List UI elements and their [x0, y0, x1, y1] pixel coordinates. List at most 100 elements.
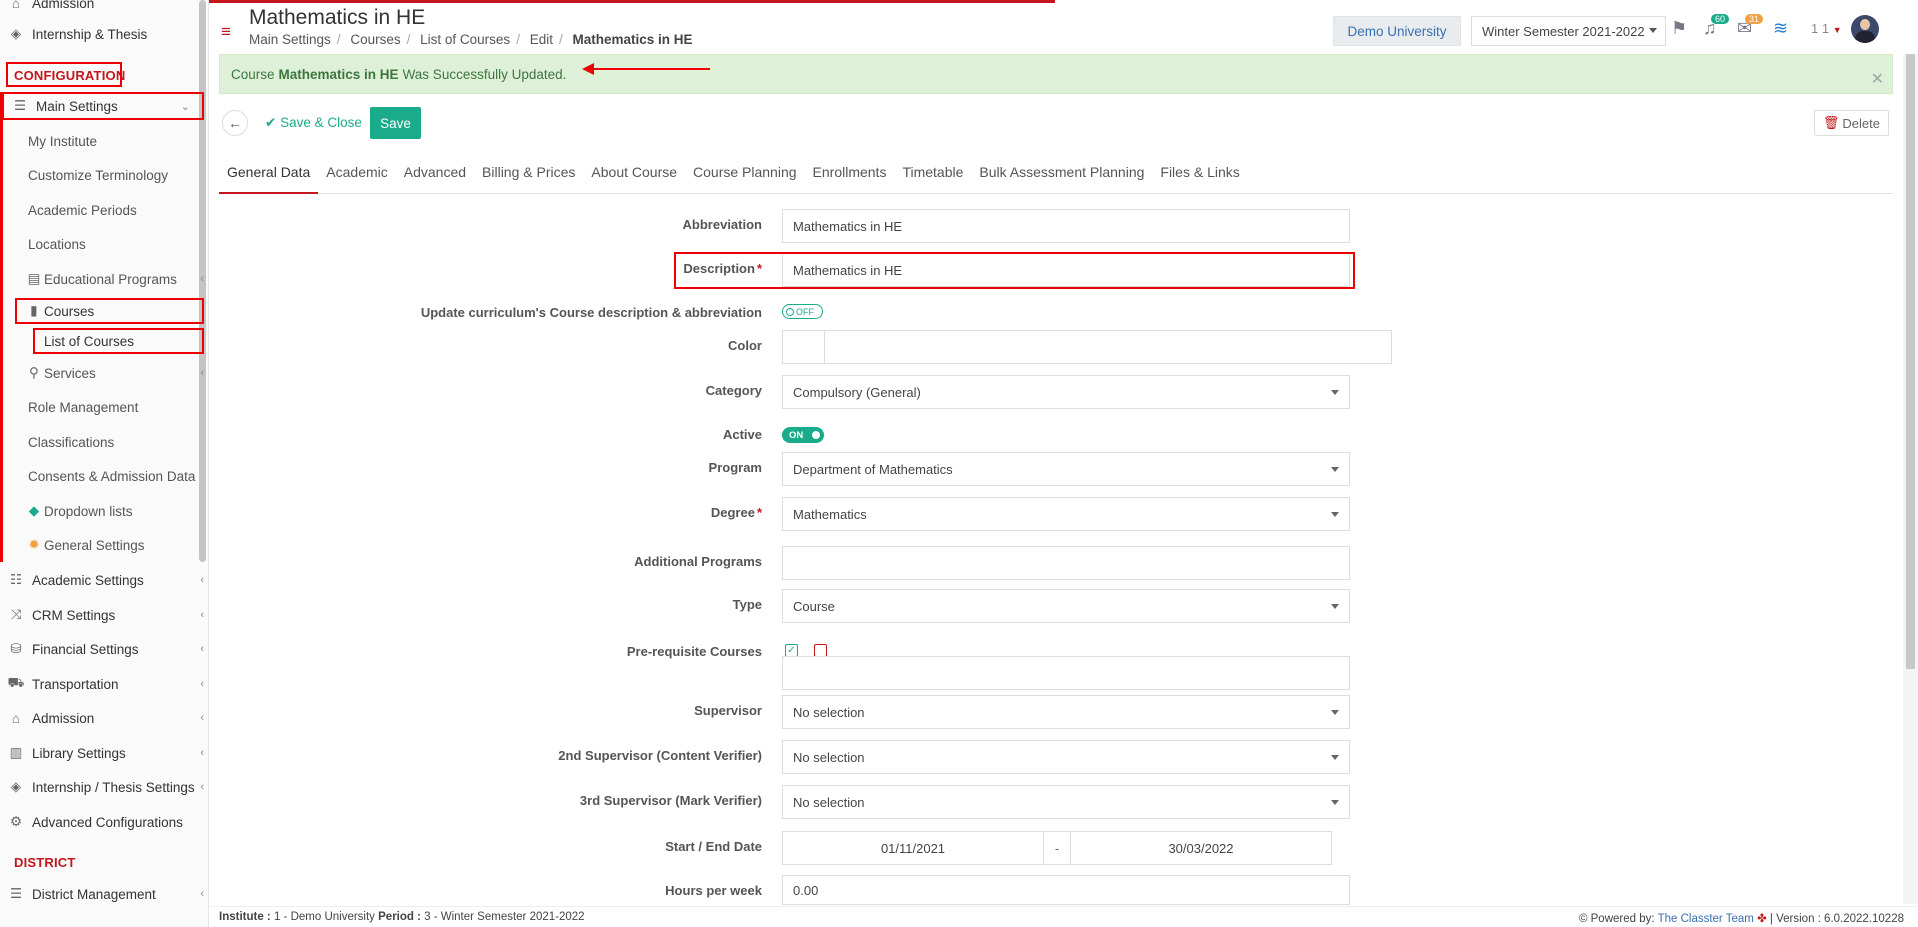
sidebar-item-classifications[interactable]: Classifications	[28, 427, 114, 457]
sidebar-item-customize-terminology[interactable]: Customize Terminology	[28, 160, 168, 190]
row-program: Program Department of Mathematics	[219, 452, 1899, 490]
row-supervisor2: 2nd Supervisor (Content Verifier) No sel…	[219, 740, 1899, 778]
user-label[interactable]: 1 1 ▼	[1811, 21, 1842, 36]
description-input[interactable]: Mathematics in HE	[782, 253, 1350, 287]
breadcrumb-list-of-courses[interactable]: List of Courses	[420, 32, 510, 47]
delete-button[interactable]: 🗑 Delete	[1813, 110, 1889, 136]
tab-advanced[interactable]: Advanced	[396, 158, 474, 194]
supervisor2-select[interactable]: No selection	[782, 740, 1350, 774]
sidebar-item-admission-top[interactable]: ⌂ Admission	[8, 0, 94, 18]
back-button[interactable]: ←	[222, 110, 248, 136]
tab-about-course[interactable]: About Course	[583, 158, 685, 194]
update-curriculum-toggle[interactable]: OFF	[782, 304, 823, 319]
tab-academic[interactable]: Academic	[318, 158, 395, 194]
semester-select[interactable]: Winter Semester 2021-2022	[1471, 16, 1666, 46]
save-button[interactable]: Save	[370, 107, 421, 139]
avatar[interactable]	[1851, 15, 1879, 43]
color-swatch[interactable]	[783, 331, 825, 363]
caret-down-icon	[1649, 28, 1657, 33]
abbreviation-input[interactable]: Mathematics in HE	[782, 209, 1350, 243]
page-title: Mathematics in HE	[249, 6, 426, 29]
sidebar-item-consents[interactable]: Consents & Admission Data	[28, 461, 195, 491]
cube-icon: ◈	[10, 779, 22, 794]
sidebar-item-internship-thesis[interactable]: ◈ Internship & Thesis	[8, 19, 148, 49]
classter-team-link[interactable]: The Classter Team	[1658, 913, 1754, 925]
copyright-icon: ©	[1578, 913, 1588, 925]
close-icon[interactable]: ✕	[1871, 69, 1884, 89]
sidebar-item-financial-settings[interactable]: ⛁ Financial Settings ‹	[8, 634, 204, 664]
sidebar-item-transportation[interactable]: ⛟ Transportation ‹	[8, 669, 204, 699]
top-bar: ≡ Mathematics in HE Main Settings / Cours…	[209, 0, 1918, 54]
save-close-button[interactable]: ✔ Save & Close	[265, 115, 362, 131]
hours-input[interactable]: 0.00	[782, 875, 1350, 905]
flag-icon[interactable]: ⚑	[1671, 18, 1687, 39]
sidebar-item-district-management[interactable]: ☰ District Management ‹	[8, 879, 204, 909]
sidebar-item-library-settings[interactable]: ▥ Library Settings ‹	[8, 738, 204, 768]
layers-icon[interactable]: ≋	[1773, 18, 1788, 39]
sidebar-item-academic-periods[interactable]: Academic Periods	[28, 195, 137, 225]
prerequisite-label: Pre-requisite Courses	[626, 644, 762, 659]
type-select[interactable]: Course	[782, 589, 1350, 623]
caret-down-icon	[1331, 390, 1339, 395]
classter-logo-icon: ✤	[1757, 913, 1767, 925]
page-scrollbar-thumb[interactable]	[1906, 54, 1915, 669]
sidebar-item-my-institute[interactable]: My Institute	[28, 126, 97, 156]
sidebar-item-services[interactable]: ⚲ Services ‹	[26, 358, 204, 388]
sidebar-item-internship-thesis-settings[interactable]: ◈ Internship / Thesis Settings ‹	[8, 772, 204, 802]
breadcrumb-current: Mathematics in HE	[572, 32, 693, 47]
page-scrollbar[interactable]	[1903, 54, 1918, 904]
sidebar-item-educational-programs[interactable]: ▤ Educational Programs ‹	[26, 264, 204, 294]
end-date-input[interactable]: 30/03/2022	[1070, 831, 1332, 865]
config-heading: CONFIGURATION	[14, 68, 126, 83]
sidebar-item-general-settings[interactable]: ✹ General Settings	[26, 530, 144, 560]
breadcrumb-courses[interactable]: Courses	[350, 32, 400, 47]
books-icon: ▥	[9, 745, 23, 760]
hamburger-icon[interactable]: ≡	[221, 22, 231, 42]
active-toggle[interactable]: ON	[782, 427, 824, 443]
sidebar-item-dropdown-lists[interactable]: ◆ Dropdown lists	[26, 496, 133, 526]
sidebar-item-locations[interactable]: Locations	[28, 229, 86, 259]
caret-down-icon	[1331, 512, 1339, 517]
tab-course-planning[interactable]: Course Planning	[685, 158, 805, 194]
supervisor-select[interactable]: No selection	[782, 695, 1350, 729]
book-icon: ▮	[30, 303, 38, 318]
sidebar-item-list-of-courses[interactable]: List of Courses	[44, 326, 134, 356]
prerequisite-input[interactable]	[782, 656, 1350, 690]
program-select[interactable]: Department of Mathematics	[782, 452, 1350, 486]
layers-icon: ◆	[28, 503, 40, 518]
sidebar-item-crm-settings[interactable]: ⤨ CRM Settings ‹	[8, 600, 204, 630]
row-supervisor: Supervisor No selection	[219, 695, 1899, 733]
sidebar-item-advanced-configurations[interactable]: ⚙ Advanced Configurations	[8, 807, 204, 837]
degree-select[interactable]: Mathematics	[782, 497, 1350, 531]
row-abbreviation: Abbreviation Mathematics in HE	[219, 209, 1899, 247]
network-icon: ⚲	[29, 365, 39, 380]
check-icon: ✔	[265, 115, 277, 130]
sidebar-item-academic-settings[interactable]: ☷ Academic Settings ‹	[8, 565, 204, 595]
breadcrumb-main-settings[interactable]: Main Settings	[249, 32, 331, 47]
color-input[interactable]	[782, 330, 1392, 364]
row-additional-programs: Additional Programs	[219, 546, 1899, 584]
tab-files-links[interactable]: Files & Links	[1152, 158, 1247, 194]
university-button[interactable]: Demo University	[1333, 16, 1461, 46]
tab-general-data[interactable]: General Data	[219, 158, 319, 194]
sidebar-item-main-settings[interactable]: ☰ Main Settings ⌄	[12, 91, 202, 121]
additional-programs-input[interactable]	[782, 546, 1350, 580]
tab-enrollments[interactable]: Enrollments	[805, 158, 895, 194]
degree-label: Degree *	[710, 505, 762, 520]
hours-label: Hours per week	[665, 883, 762, 898]
sidebar-item-role-management[interactable]: Role Management	[28, 392, 138, 422]
tab-bulk-assessment-planning[interactable]: Bulk Assessment Planning	[971, 158, 1152, 194]
row-category: Category Compulsory (General)	[219, 375, 1899, 413]
sidebar-item-courses[interactable]: ▮ Courses	[26, 296, 202, 326]
tab-billing-prices[interactable]: Billing & Prices	[474, 158, 583, 194]
sidebar-item-admission[interactable]: ⌂ Admission ‹	[8, 703, 204, 733]
active-label: Active	[722, 427, 762, 442]
annotation-arrow-head	[582, 63, 594, 75]
supervisor3-select[interactable]: No selection	[782, 785, 1350, 819]
description-label: Description *	[683, 261, 762, 276]
tab-bar: General Data Academic Advanced Billing &…	[219, 158, 1893, 194]
breadcrumb-edit[interactable]: Edit	[530, 32, 553, 47]
tab-timetable[interactable]: Timetable	[894, 158, 971, 194]
start-date-input[interactable]: 01/11/2021	[782, 831, 1044, 865]
category-select[interactable]: Compulsory (General)	[782, 375, 1350, 409]
